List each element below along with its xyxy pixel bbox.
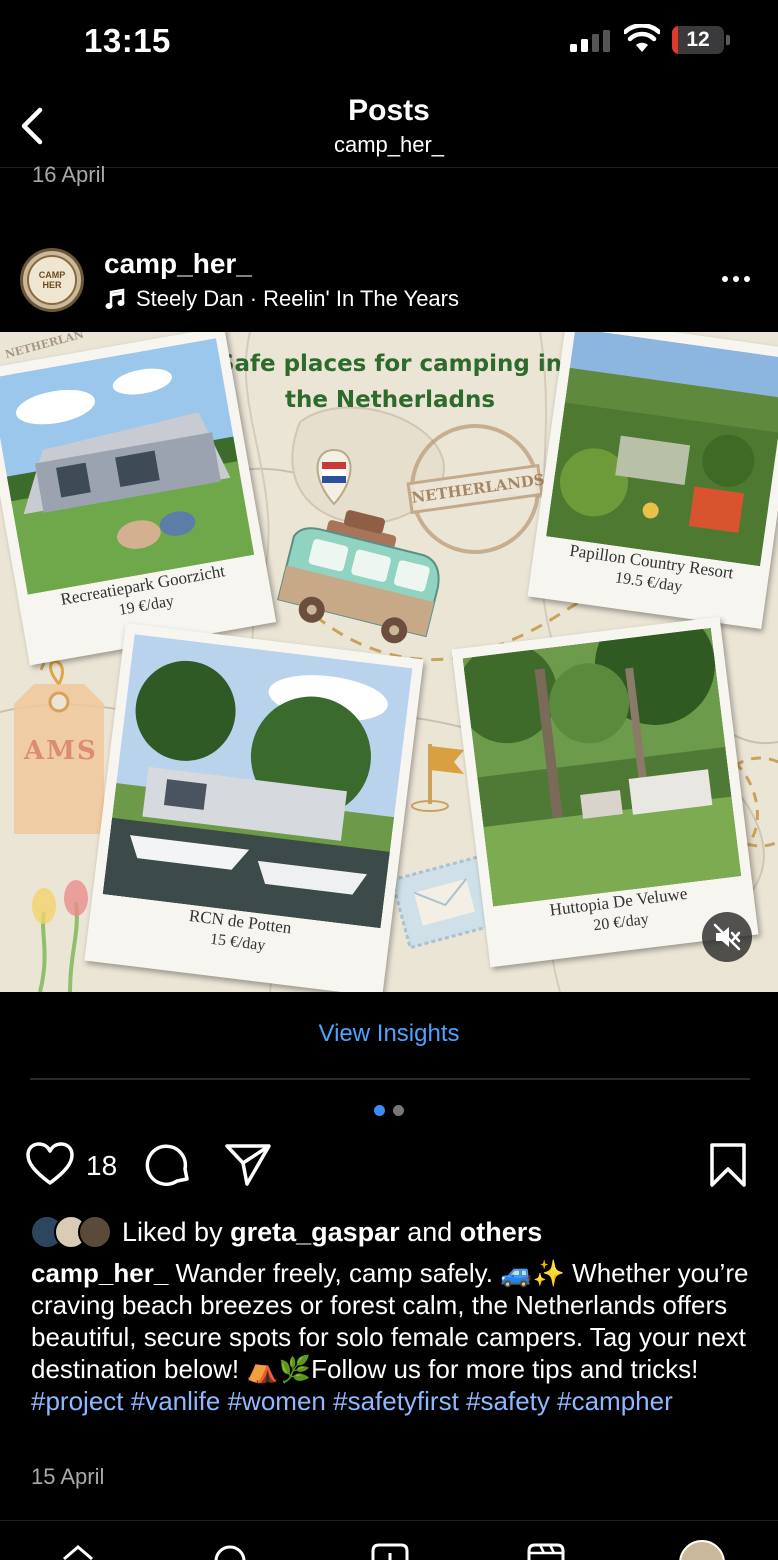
liked-by-others[interactable]: others — [460, 1217, 543, 1247]
luggage-tag-label: AMS — [24, 736, 98, 766]
hashtag-link[interactable]: #project — [31, 1386, 124, 1416]
status-time: 13:15 — [84, 22, 171, 59]
profile-avatar-icon[interactable] — [678, 1539, 726, 1560]
hashtag-link[interactable]: #safety — [466, 1386, 550, 1416]
cellular-signal-icon — [570, 30, 610, 52]
post-username[interactable]: camp_her_ — [104, 248, 252, 280]
stamp-label: NETHERLANDS — [406, 463, 546, 515]
comment-icon[interactable] — [144, 1141, 192, 1189]
view-insights-link[interactable]: View Insights — [0, 1020, 778, 1048]
caption-author[interactable]: camp_her_ — [31, 1258, 168, 1288]
hashtag-link[interactable]: #vanlife — [131, 1386, 221, 1416]
hashtag-link[interactable]: #women — [228, 1386, 326, 1416]
post-date: 15 April — [31, 1464, 105, 1489]
polaroid-rcn: RCN de Potten 15 €/day — [84, 622, 424, 992]
avatar-logo: CAMP HER — [27, 255, 77, 305]
post-header: CAMP HER camp_her_ Steely Dan · Reelin' … — [0, 240, 778, 326]
carousel-dots — [374, 1105, 404, 1116]
carousel-dot — [393, 1105, 404, 1116]
caption-hashtags: #project #vanlife #women #safetyfirst #s… — [31, 1386, 673, 1416]
post-caption: camp_her_ Wander freely, camp safely. 🚙✨… — [31, 1257, 751, 1417]
heart-icon[interactable] — [26, 1142, 74, 1186]
battery-level: 12 — [686, 28, 710, 51]
liked-by-user[interactable]: greta_gaspar — [230, 1217, 400, 1247]
mute-button[interactable] — [702, 912, 752, 962]
bookmark-icon[interactable] — [708, 1142, 748, 1188]
previous-post-date: 16 April — [32, 162, 106, 186]
divider — [30, 1078, 750, 1080]
image-title: Safe places for camping in the Netherlad… — [217, 351, 563, 413]
photo-papillon — [546, 332, 778, 567]
photo-goorzicht — [0, 338, 255, 595]
hashtag-link[interactable]: #campher — [557, 1386, 673, 1416]
like-count[interactable]: 18 — [86, 1150, 117, 1182]
wifi-icon — [624, 24, 660, 52]
music-note-icon — [105, 288, 125, 309]
share-icon[interactable] — [224, 1143, 272, 1187]
polaroid-huttopia: Huttopia De Veluwe 20 €/day — [451, 616, 759, 968]
carousel-dot — [374, 1105, 385, 1116]
liked-by-text: Liked by greta_gaspar and others — [122, 1217, 542, 1248]
posts-header: Posts camp_her_ — [0, 82, 778, 168]
liked-by-row[interactable]: Liked by greta_gaspar and others — [30, 1214, 542, 1250]
search-icon[interactable] — [212, 1541, 248, 1560]
page-title: Posts — [348, 94, 430, 127]
polaroid-papillon: Papillon Country Resort 19.5 €/day — [527, 332, 778, 630]
hashtag-link[interactable]: #safetyfirst — [333, 1386, 459, 1416]
more-dot — [722, 276, 728, 282]
reels-icon[interactable] — [526, 1541, 566, 1560]
liked-by-prefix: Liked by — [122, 1216, 223, 1247]
avatar[interactable]: CAMP HER — [20, 248, 84, 312]
create-icon[interactable] — [370, 1541, 410, 1560]
music-label: Steely Dan · Reelin' In The Years — [136, 286, 459, 311]
post-actions: 18 — [0, 1140, 778, 1190]
bottom-nav — [0, 1520, 778, 1560]
music-attribution[interactable]: Steely Dan · Reelin' In The Years — [104, 286, 459, 312]
photo-huttopia — [462, 627, 742, 907]
post-image[interactable]: NETHERLAN Safe places for camping in the… — [0, 332, 778, 992]
more-dot — [744, 276, 750, 282]
status-bar: 13:15 12 — [0, 0, 778, 82]
liker-avatar — [78, 1215, 112, 1249]
photo-rcn — [102, 634, 413, 929]
battery-icon: 12 — [672, 26, 730, 54]
page-subtitle: camp_her_ — [333, 132, 445, 157]
speaker-muted-icon — [713, 923, 741, 951]
liked-by-joiner: and — [407, 1216, 453, 1247]
more-dot — [733, 276, 739, 282]
home-icon[interactable] — [60, 1541, 96, 1560]
more-options-button[interactable] — [716, 264, 756, 294]
